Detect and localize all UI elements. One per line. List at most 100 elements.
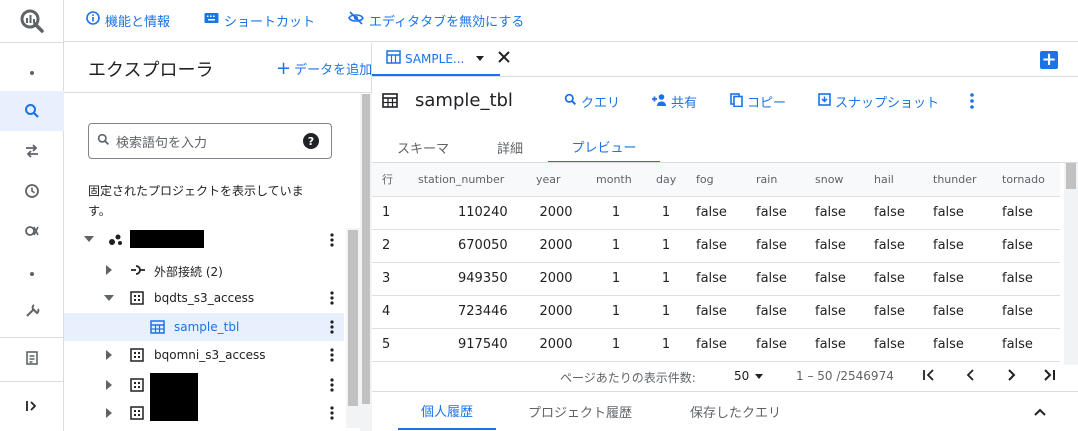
bigquery-logo-icon[interactable] (0, 0, 64, 42)
tree-scroll-thumb[interactable] (348, 230, 358, 406)
add-data-button[interactable]: + データを追加 (276, 59, 372, 78)
chevron-up-icon[interactable] (1034, 405, 1046, 420)
pinned-projects-text: 固定されたプロジェクトを表示していま す。 (88, 184, 304, 218)
dropdown-arrow-icon (755, 373, 764, 379)
rail-dot (30, 272, 34, 276)
table-cell: false (746, 229, 805, 263)
table-cell: false (805, 262, 864, 296)
table-row[interactable]: 1 110240 2000 1 1 false false false false false fa… (372, 196, 1060, 230)
tab-schema[interactable]: スキーマ (388, 131, 458, 163)
tree-row-dataset-redacted-2[interactable] (64, 399, 344, 427)
search-icon (564, 93, 577, 110)
table-cell: 4 (372, 295, 408, 329)
tree-label: sample_tbl (174, 320, 240, 334)
page-range-text: 1 – 50 /2546974 (796, 369, 894, 383)
table-cell: false (864, 229, 923, 263)
prev-page-icon[interactable] (964, 368, 978, 385)
features-info-link[interactable]: 機能と情報 (86, 10, 170, 30)
table-row[interactable]: 5 917540 2000 1 1 false false false false false fa… (372, 328, 1060, 362)
table-cell: 2000 (526, 328, 586, 362)
tree-row-project[interactable] (64, 226, 344, 254)
explorer-scroll-thumb[interactable] (362, 94, 370, 404)
tree-row-dataset-redacted-1[interactable] (64, 371, 344, 399)
shortcuts-link[interactable]: ショートカット (204, 10, 315, 30)
tree-label: bqomni_s3_access (154, 348, 266, 362)
table-cell: false (864, 196, 923, 230)
copy-icon (730, 92, 743, 111)
table-cell: 1 (646, 328, 686, 362)
info-icon (86, 11, 100, 29)
shortcuts-label: ショートカット (224, 14, 316, 30)
expand-rail-icon[interactable] (0, 386, 64, 426)
table-cell: 5 (372, 328, 408, 362)
last-page-icon[interactable] (1042, 368, 1056, 385)
table-cell: 110240 (408, 196, 526, 230)
table-cell: false (746, 295, 805, 329)
tab-label: SAMPLE... (405, 51, 465, 66)
expand-arrow-icon[interactable] (106, 265, 112, 275)
tree-row-external-connections[interactable]: 外部接続 (2) (64, 256, 344, 284)
tree-row-table-sample[interactable]: sample_tbl (64, 313, 344, 341)
close-icon[interactable] (498, 51, 511, 66)
tab-dropdown-icon[interactable] (476, 56, 485, 61)
tab-project-history[interactable]: プロジェクト履歴 (528, 392, 632, 430)
table-cell: 1 (586, 328, 646, 362)
table-row[interactable]: 4 723446 2000 1 1 false false false false false fa… (372, 295, 1060, 329)
table-row[interactable]: 2 670050 2000 1 1 false false false false false fa… (372, 229, 1060, 263)
tab-details[interactable]: 詳細 (484, 131, 536, 163)
expand-arrow-icon[interactable] (106, 408, 112, 418)
rail-divider (0, 42, 64, 43)
first-page-icon[interactable] (922, 368, 936, 385)
next-page-icon[interactable] (1004, 368, 1018, 385)
table-row[interactable]: 3 949350 2000 1 1 false false false false false fa… (372, 262, 1060, 296)
table-cell: false (992, 328, 1060, 362)
table-cell: false (992, 262, 1060, 296)
more-icon[interactable] (320, 399, 344, 427)
table-scrollbar[interactable] (1064, 163, 1078, 365)
table-scroll-thumb[interactable] (1066, 163, 1076, 189)
table-cell: false (805, 229, 864, 263)
tab-personal-history[interactable]: 個人履歴 (398, 392, 496, 430)
tab-saved-queries[interactable]: 保存したクエリ (690, 392, 781, 430)
snapshot-button[interactable]: スナップショット (818, 92, 939, 111)
query-button[interactable]: クエリ (564, 92, 620, 111)
expand-arrow-icon[interactable] (106, 380, 112, 390)
table-cell: false (805, 295, 864, 329)
release-notes-icon[interactable] (0, 338, 64, 378)
rows-per-page-select[interactable]: 50 (734, 369, 764, 383)
disable-editor-tabs-label: エディタタブを無効にする (369, 14, 525, 30)
wrench-icon[interactable] (0, 291, 64, 331)
more-actions-icon[interactable] (970, 93, 974, 113)
help-icon[interactable]: ? (303, 133, 319, 149)
transfer-icon[interactable] (0, 131, 64, 171)
tree-row-dataset-bqdts[interactable]: bqdts_s3_access (64, 284, 344, 312)
copy-button[interactable]: コピー (730, 92, 786, 111)
analytics-icon[interactable] (0, 211, 64, 251)
tab-bar-divider (372, 76, 1078, 77)
collapse-arrow-icon[interactable] (84, 236, 94, 242)
search-icon[interactable] (0, 91, 64, 131)
table-cell: false (805, 328, 864, 362)
left-rail (0, 0, 64, 431)
collapse-arrow-icon[interactable] (104, 295, 114, 301)
column-header: hail (864, 163, 923, 197)
tab-sample-tbl[interactable]: SAMPLE... (372, 43, 511, 76)
expand-arrow-icon[interactable] (106, 350, 112, 360)
disable-editor-tabs-link[interactable]: エディタタブを無効にする (348, 10, 524, 30)
more-icon[interactable] (320, 284, 344, 312)
tree-scrollbar[interactable] (346, 228, 360, 428)
column-header: day (646, 163, 686, 197)
share-button[interactable]: 共有 (651, 92, 697, 111)
table-cell: false (923, 328, 992, 362)
more-icon[interactable] (320, 341, 344, 369)
tab-preview[interactable]: プレビュー (548, 131, 660, 163)
explorer-scrollbar[interactable] (360, 94, 372, 431)
more-icon[interactable] (320, 313, 344, 341)
more-icon[interactable] (320, 371, 344, 399)
tree-row-dataset-bqomni[interactable]: bqomni_s3_access (64, 341, 344, 369)
new-tab-plus-icon[interactable]: + (1040, 51, 1058, 69)
more-icon[interactable] (320, 226, 344, 254)
explorer-search-box[interactable]: 検索語句を入力 ? (88, 123, 332, 159)
history-icon[interactable] (0, 171, 64, 211)
explorer-title: エクスプローラ (88, 60, 214, 81)
